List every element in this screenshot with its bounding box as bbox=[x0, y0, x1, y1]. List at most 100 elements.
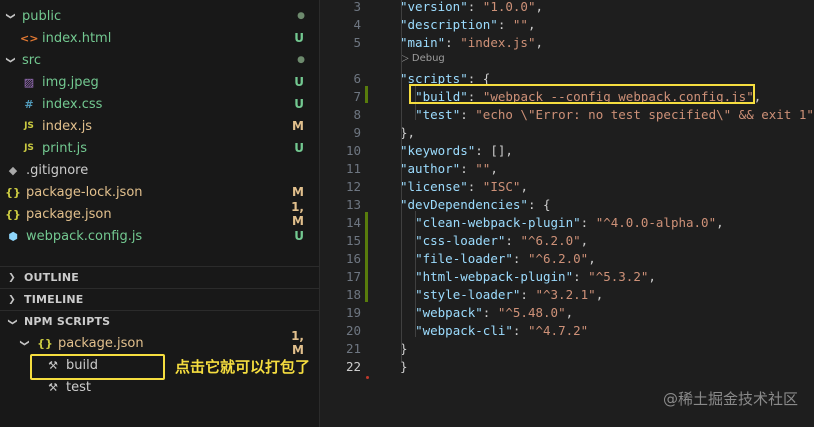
file-item[interactable]: {} package.json 1, M bbox=[0, 200, 320, 228]
line-number: 22 bbox=[345, 359, 361, 374]
git-status-badge: U bbox=[294, 141, 304, 155]
code-line: "version": "1.0.0", bbox=[400, 0, 544, 14]
git-icon: ◆ bbox=[8, 163, 18, 177]
timeline-label: TIMELINE bbox=[24, 293, 84, 306]
npm-scripts-section-header[interactable]: ❯ NPM SCRIPTS bbox=[0, 310, 320, 332]
code-line: "license": "ISC", bbox=[400, 179, 528, 194]
file-item-label: package.json bbox=[26, 206, 112, 222]
outline-label: OUTLINE bbox=[24, 271, 80, 284]
line-number: 11 bbox=[345, 161, 361, 176]
chevron-right-icon: ❯ bbox=[8, 294, 16, 305]
file-item[interactable]: ◆ .gitignore bbox=[0, 159, 320, 181]
code-line: "webpack": "^5.48.0", bbox=[415, 305, 574, 320]
npm-scripts-label: NPM SCRIPTS bbox=[24, 315, 111, 328]
file-item-label: src bbox=[22, 52, 41, 68]
line-number: 5 bbox=[353, 35, 361, 50]
debug-codelens[interactable]: ▷ Debug bbox=[401, 53, 445, 64]
webpack-icon: ⬢ bbox=[8, 229, 18, 243]
npm-package-item[interactable]: ❯ {} package.json 1, M bbox=[0, 329, 320, 357]
git-status-badge: U bbox=[294, 97, 304, 111]
git-status-badge: U bbox=[294, 75, 304, 89]
file-item[interactable]: JS index.js M bbox=[0, 115, 320, 137]
code-line: "keywords": [], bbox=[400, 143, 513, 158]
build-highlight-box bbox=[30, 354, 165, 380]
chevron-down-icon: ❯ bbox=[5, 12, 15, 20]
line-number: 14 bbox=[345, 215, 361, 230]
js-icon: JS bbox=[24, 121, 34, 131]
line-number: 8 bbox=[353, 107, 361, 122]
code-line: "devDependencies": { bbox=[400, 197, 551, 212]
watermark: @稀土掘金技术社区 bbox=[662, 390, 798, 408]
line-number: 21 bbox=[345, 341, 361, 356]
line-number: 16 bbox=[345, 251, 361, 266]
chevron-down-icon: ❯ bbox=[5, 56, 15, 64]
js-icon: JS bbox=[24, 143, 34, 153]
file-item-label: index.css bbox=[42, 96, 103, 112]
code-line: "html-webpack-plugin": "^5.3.2", bbox=[415, 269, 656, 284]
build-script-highlight-box bbox=[409, 84, 755, 104]
git-status-badge: U bbox=[294, 229, 304, 243]
modified-gutter-marker bbox=[365, 212, 368, 302]
annotation-text: 点击它就可以打包了 bbox=[175, 358, 311, 376]
file-item[interactable]: <> index.html U bbox=[0, 27, 320, 49]
code-line: "css-loader": "^6.2.0", bbox=[415, 233, 589, 248]
html-icon: <> bbox=[20, 31, 39, 45]
file-item-label: public bbox=[22, 8, 62, 24]
file-item[interactable]: ⬢ webpack.config.js U bbox=[0, 225, 320, 247]
line-number: 6 bbox=[353, 71, 361, 86]
file-item-label: webpack.config.js bbox=[26, 228, 143, 244]
npm-package-name: package.json bbox=[58, 335, 144, 351]
code-line: "file-loader": "^6.2.0", bbox=[415, 251, 596, 266]
file-item[interactable]: ▨ img.jpeg U bbox=[0, 71, 320, 93]
indent-guide bbox=[415, 211, 416, 337]
outline-section-header[interactable]: ❯ OUTLINE bbox=[0, 266, 320, 288]
line-number: 20 bbox=[345, 323, 361, 338]
json-icon: {} bbox=[5, 207, 21, 221]
json-icon: {} bbox=[5, 185, 21, 199]
file-item[interactable]: JS print.js U bbox=[0, 137, 320, 159]
code-line: "style-loader": "^3.2.1", bbox=[415, 287, 604, 302]
line-number: 9 bbox=[353, 125, 361, 140]
file-item[interactable]: ❯ src ● bbox=[0, 49, 320, 71]
file-item[interactable]: # index.css U bbox=[0, 93, 320, 115]
code-line: "main": "index.js", bbox=[400, 35, 544, 50]
git-status-badge: 1, M bbox=[291, 200, 304, 228]
file-item-label: index.js bbox=[42, 118, 93, 134]
code-line: "author": "", bbox=[400, 161, 498, 176]
git-status-badge: U bbox=[294, 31, 304, 45]
wrench-icon: ⚒ bbox=[48, 380, 58, 394]
file-item-label: print.js bbox=[42, 140, 88, 156]
line-number: 4 bbox=[353, 17, 361, 32]
git-status-badge: M bbox=[292, 185, 304, 199]
code-line: } bbox=[400, 359, 408, 374]
file-item[interactable]: ❯ public ● bbox=[0, 5, 320, 27]
line-number: 10 bbox=[345, 143, 361, 158]
code-editor[interactable]: 3 4 5 6 7 8 9 10 11 12 13 14 15 16 17 18 19 20 21 22 "versi… bbox=[321, 0, 814, 427]
npm-script-test-label: test bbox=[66, 379, 91, 395]
npm-package-status: 1, M bbox=[291, 329, 304, 357]
timeline-section-header[interactable]: ❯ TIMELINE bbox=[0, 288, 320, 310]
code-line: "description": "", bbox=[400, 17, 536, 32]
code-line: }, bbox=[400, 125, 416, 140]
chevron-down-icon: ❯ bbox=[7, 317, 17, 326]
image-icon: ▨ bbox=[23, 75, 35, 89]
file-item[interactable]: {} package-lock.json M bbox=[0, 181, 320, 203]
indent-guide bbox=[401, 0, 402, 361]
status-dot: ● bbox=[297, 11, 305, 21]
line-number: 7 bbox=[353, 89, 361, 104]
chevron-down-icon: ❯ bbox=[19, 339, 29, 347]
code-line: "test": "echo \"Error: no test specified… bbox=[415, 107, 814, 122]
code-line: "clean-webpack-plugin": "^4.0.0-alpha.0"… bbox=[415, 215, 724, 230]
file-item-label: .gitignore bbox=[26, 162, 89, 178]
status-dot: ● bbox=[297, 55, 305, 65]
file-item-label: img.jpeg bbox=[42, 74, 99, 90]
line-number: 18 bbox=[345, 287, 361, 302]
git-status-badge: M bbox=[292, 119, 304, 133]
chevron-right-icon: ❯ bbox=[8, 272, 16, 283]
line-number: 13 bbox=[345, 197, 361, 212]
css-icon: # bbox=[24, 97, 34, 111]
json-icon: {} bbox=[37, 336, 53, 350]
line-number: 12 bbox=[345, 179, 361, 194]
line-number: 19 bbox=[345, 305, 361, 320]
breakpoint-marker bbox=[366, 376, 369, 379]
